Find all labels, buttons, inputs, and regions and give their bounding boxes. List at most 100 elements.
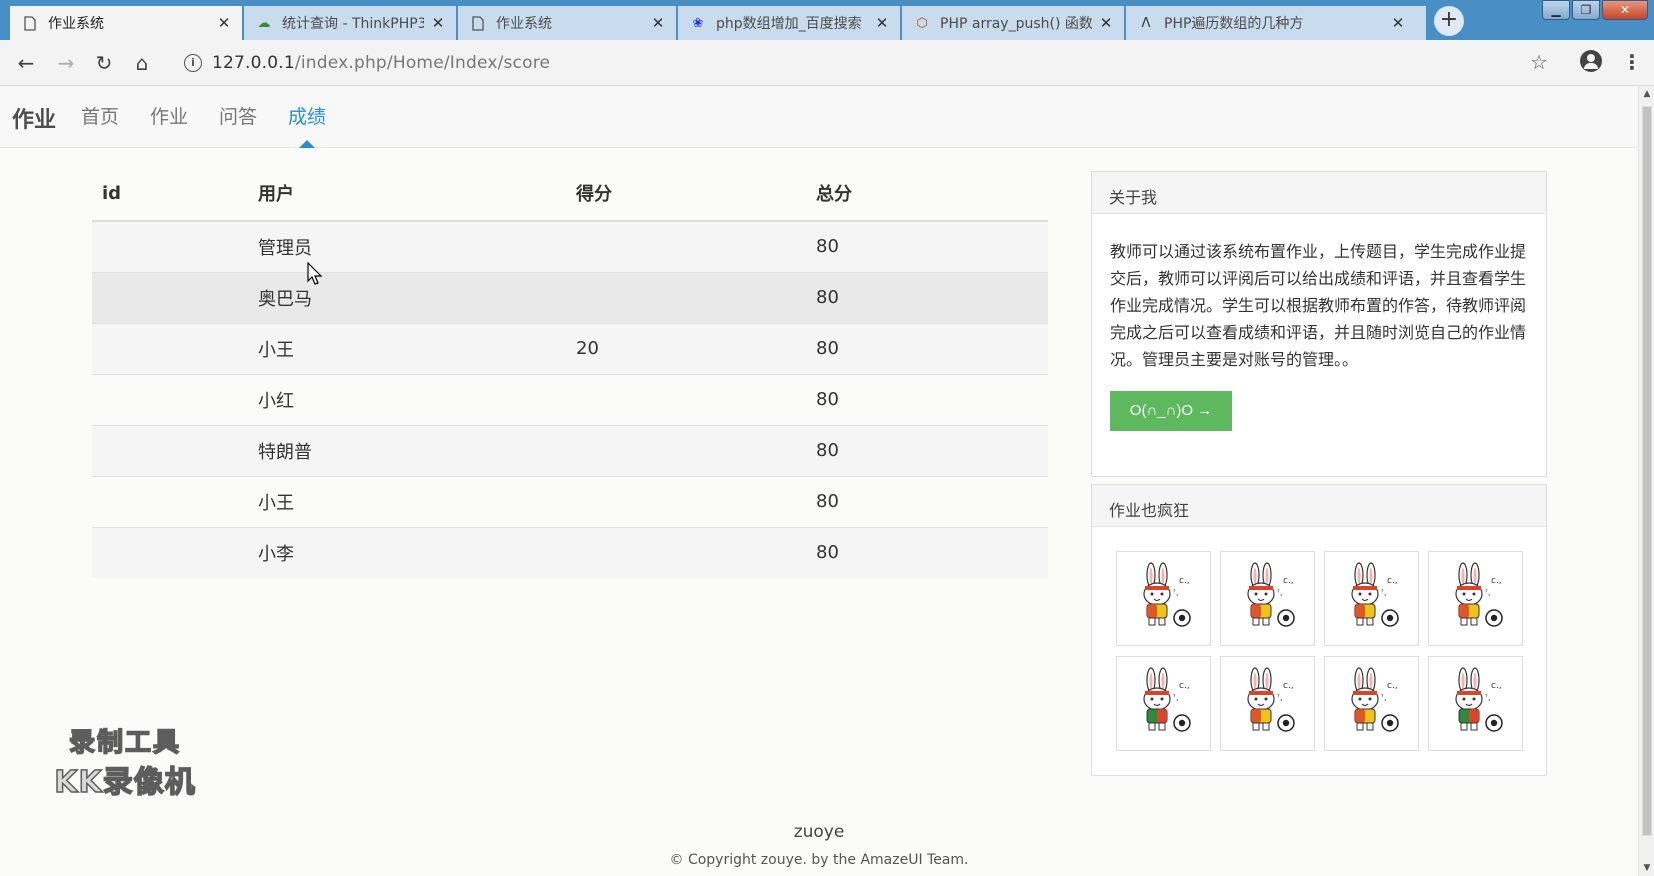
gallery-thumbnail[interactable]: c., ꜛ, (1116, 551, 1211, 646)
gallery-panel-title: 作业也疯狂 (1092, 485, 1546, 527)
column-header-id: id (92, 166, 248, 222)
bunny-soccer-image: c., ꜛ, (1337, 666, 1407, 742)
cell-user: 特朗普 (248, 425, 566, 477)
minimize-icon[interactable]: ▁ (1542, 0, 1570, 20)
page-scrollbar[interactable]: ▲ ▼ (1638, 86, 1654, 876)
cell-user: 小红 (248, 374, 566, 426)
table-row: 管理员 80 (92, 221, 1048, 273)
svg-text:ꜛ,: ꜛ, (1173, 588, 1179, 597)
column-header-total: 总分 (806, 166, 1048, 222)
thinkphp-icon: ☁ (257, 15, 271, 31)
cell-user: 小李 (248, 527, 566, 578)
gallery-panel: 作业也疯狂 c., ꜛ, c., ꜛ, c., ꜛ, c., ꜛ, c., ꜛ,… (1091, 484, 1547, 776)
nav-qa[interactable]: 问答 (219, 102, 257, 129)
table-row: 特朗普 80 (92, 425, 1048, 477)
cell-score: 20 (566, 323, 806, 375)
browser-tab-5[interactable]: ⬡ PHP array_push() 函数 ✕ (902, 6, 1124, 40)
address-bar[interactable]: i 127.0.0.1/index.php/Home/Index/score (172, 46, 1552, 80)
cell-total: 80 (806, 476, 1048, 528)
cell-id (92, 374, 248, 426)
nav-scores[interactable]: 成绩 (288, 102, 326, 129)
browser-tab-1[interactable]: 作业系统 ✕ (10, 6, 242, 40)
runoob-icon: ⬡ (916, 15, 928, 31)
kebab-menu-icon[interactable]: ⋮ (1622, 50, 1642, 74)
browser-tab-6[interactable]: Λ PHP遍历数组的几种方 ✕ (1126, 6, 1426, 40)
close-window-icon[interactable]: ✕ (1602, 0, 1648, 20)
footer-site-name: zuoye (793, 822, 845, 842)
svg-text:ꜛ,: ꜛ, (1277, 693, 1283, 702)
cell-user: 奥巴马 (248, 272, 566, 324)
tab-close-icon[interactable]: ✕ (430, 14, 446, 32)
tab-close-icon[interactable]: ✕ (1390, 14, 1406, 32)
nav-home[interactable]: 首页 (81, 102, 119, 129)
cell-total: 80 (806, 374, 1048, 426)
tab-close-icon[interactable]: ✕ (874, 14, 890, 32)
svg-text:c.,: c., (1283, 576, 1294, 586)
cell-score (566, 527, 806, 578)
smile-arrow-button[interactable]: O(∩_∩)O → (1110, 391, 1232, 431)
gallery-thumbnail[interactable]: c., ꜛ, (1324, 656, 1419, 751)
bunny-soccer-image: c., ꜛ, (1233, 561, 1303, 637)
gallery-thumbnail[interactable]: c., ꜛ, (1428, 551, 1523, 646)
bunny-soccer-image: c., ꜛ, (1441, 561, 1511, 637)
browser-tab-2[interactable]: ☁ 统计查询 - ThinkPHP3. ✕ (244, 6, 456, 40)
table-row: 奥巴马 80 (92, 272, 1048, 324)
tab-close-icon[interactable]: ✕ (650, 14, 666, 32)
cell-user: 小王 (248, 323, 566, 375)
scroll-down-icon[interactable]: ▼ (1639, 860, 1654, 876)
browser-tab-4[interactable]: ❀ php数组增加_百度搜索 ✕ (678, 6, 900, 40)
cell-total: 80 (806, 425, 1048, 477)
info-icon[interactable]: i (184, 54, 202, 72)
forward-arrow-icon[interactable]: → (52, 49, 80, 77)
browser-tab-3[interactable]: 作业系统 ✕ (458, 6, 676, 40)
column-header-user: 用户 (248, 166, 566, 222)
scroll-up-icon[interactable]: ▲ (1639, 86, 1654, 102)
tab-title: 作业系统 (496, 16, 552, 32)
page-icon (470, 15, 486, 31)
table-row: 小红 80 (92, 374, 1048, 426)
watermark-line-2: KK录像机 (54, 764, 196, 801)
gallery-thumbnail[interactable]: c., ꜛ, (1116, 656, 1211, 751)
table-row: 小李 80 (92, 527, 1048, 578)
gallery-thumbnail[interactable]: c., ꜛ, (1324, 551, 1419, 646)
tab-title: PHP遍历数组的几种方 (1164, 16, 1304, 32)
about-description: 教师可以通过该系统布置作业，上传题目，学生完成作业提交后，教师可以评阅后可以给出… (1110, 242, 1527, 369)
tab-close-icon[interactable]: ✕ (1098, 14, 1114, 32)
home-icon[interactable]: ⌂ (128, 49, 156, 77)
nav-homework[interactable]: 作业 (150, 102, 188, 129)
baidu-paw-icon: ❀ (692, 15, 704, 31)
svg-text:ꜛ,: ꜛ, (1485, 588, 1491, 597)
gallery-thumbnail[interactable]: c., ꜛ, (1428, 656, 1523, 751)
cell-score (566, 272, 806, 324)
bookmark-star-icon[interactable]: ☆ (1530, 50, 1548, 74)
site-navbar: 作业 首页 作业 问答 成绩 (0, 86, 1638, 148)
new-tab-button[interactable]: + (1430, 6, 1468, 36)
reload-icon[interactable]: ↻ (90, 49, 118, 77)
restore-icon[interactable]: ❐ (1572, 0, 1600, 20)
tab-title: php数组增加_百度搜索 (716, 16, 862, 32)
table-header-row: id 用户 得分 总分 (92, 166, 1048, 222)
cell-score (566, 425, 806, 477)
active-nav-caret (299, 140, 315, 148)
scrollbar-thumb[interactable] (1642, 106, 1652, 836)
about-panel-title: 关于我 (1092, 172, 1546, 214)
gallery-thumbnail[interactable]: c., ꜛ, (1220, 656, 1315, 751)
about-panel: 关于我 教师可以通过该系统布置作业，上传题目，学生完成作业提交后，教师可以评阅后… (1091, 171, 1547, 477)
column-header-score: 得分 (566, 166, 806, 222)
plus-icon: + (1434, 6, 1464, 36)
bunny-soccer-image: c., ꜛ, (1129, 561, 1199, 637)
browser-tab-strip: 作业系统 ✕ ☁ 统计查询 - ThinkPHP3. ✕ 作业系统 ✕ ❀ ph… (0, 0, 1654, 40)
cell-id (92, 221, 248, 273)
table-row: 小王 20 80 (92, 323, 1048, 375)
svg-text:c.,: c., (1179, 576, 1190, 586)
back-arrow-icon[interactable]: ← (12, 49, 40, 77)
svg-text:c.,: c., (1491, 681, 1502, 691)
site-brand[interactable]: 作业 (12, 102, 56, 134)
svg-text:ꜛ,: ꜛ, (1381, 588, 1387, 597)
window-controls: ▁ ❐ ✕ (1540, 0, 1648, 22)
gallery-thumbnail[interactable]: c., ꜛ, (1220, 551, 1315, 646)
profile-avatar-icon[interactable] (1580, 50, 1602, 72)
tab-close-icon[interactable]: ✕ (216, 14, 232, 32)
svg-text:ꜛ,: ꜛ, (1173, 693, 1179, 702)
cell-id (92, 323, 248, 375)
